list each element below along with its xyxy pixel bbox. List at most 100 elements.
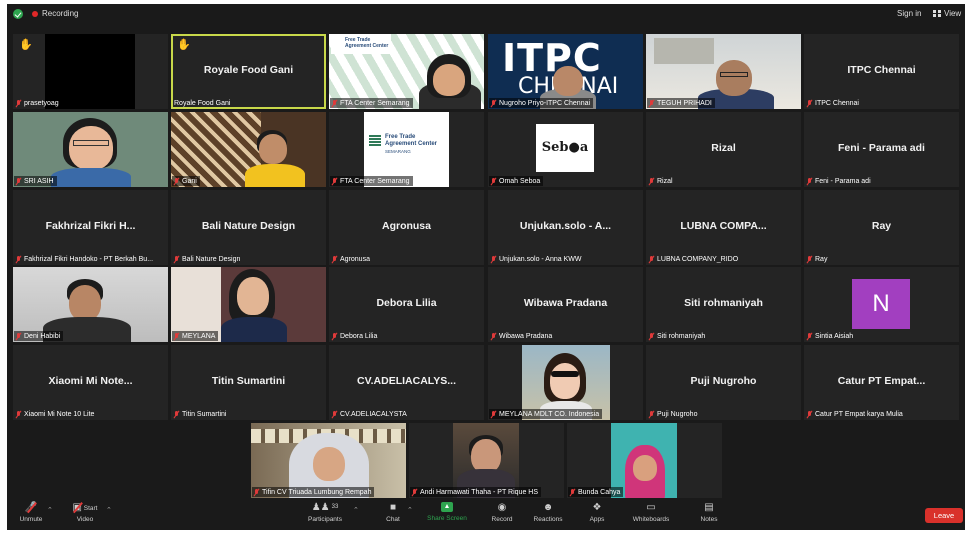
participant-tile[interactable]: Puji Nugroho Puji Nugroho xyxy=(646,345,801,420)
participant-tile[interactable]: N Sintia Aisiah xyxy=(804,267,959,342)
participant-tile[interactable]: ITPC Chennai ITPC Chennai xyxy=(804,34,959,109)
participant-tile[interactable]: ITPCCHENNAINugroho Priyo-ITPC Chennai xyxy=(488,34,643,109)
apps-icon: ❖ xyxy=(592,502,602,513)
participant-tile[interactable]: Andi Harmawati Thaha - PT Rique HS xyxy=(409,423,564,498)
record-button[interactable]: ◉ Record xyxy=(487,502,517,523)
share-screen-label: Share Screen xyxy=(427,515,467,522)
view-button[interactable]: View xyxy=(933,9,961,18)
participant-tile[interactable]: LUBNA COMPA... LUBNA COMPANY_RIDO xyxy=(646,190,801,265)
participant-tile[interactable]: Bali Nature Design Bali Nature Design xyxy=(171,190,326,265)
participant-tile[interactable]: Titin Sumartini Titin Sumartini xyxy=(171,345,326,420)
zoom-meeting-window: Recording Sign in View ✋ prasetyoag ✋ Royal… xyxy=(7,4,965,530)
apps-button[interactable]: ❖ Apps xyxy=(585,502,609,523)
participant-name: FTA Center Semarang xyxy=(340,99,410,107)
participant-display-name: Agronusa xyxy=(381,220,431,232)
participant-name-label: Rizal xyxy=(647,176,676,186)
start-video-button[interactable]: ▣ Start Video xyxy=(67,502,103,523)
participant-display-name: Fakhrizal Fikri H... xyxy=(45,220,136,232)
participant-name: Tifin CV Triuada Lumbung Rempah xyxy=(262,488,372,496)
participant-tile[interactable]: Unjukan.solo - A... Unjukan.solo - Anna K… xyxy=(488,190,643,265)
microphone-muted-icon xyxy=(174,332,179,340)
participant-tile[interactable]: TEGUH PRIHADI xyxy=(646,34,801,109)
participant-name-label: MEYLANA xyxy=(172,331,219,341)
participant-tile[interactable]: Fakhrizal Fikri H... Fakhrizal Fikri Hand… xyxy=(13,190,168,265)
participant-tile[interactable]: Deni Habibi xyxy=(13,267,168,342)
grid-view-icon xyxy=(933,10,941,17)
microphone-muted-icon xyxy=(807,99,812,107)
participant-tile[interactable]: Wibawa Pradana Wibawa Pradana xyxy=(488,267,643,342)
unmute-button[interactable]: 🎤 Unmute xyxy=(17,502,45,523)
participant-tile[interactable]: Free Trade Agreement Center FTA Center Sem… xyxy=(329,34,484,109)
participant-tile[interactable]: Feni - Parama adi Feni - Parama adi xyxy=(804,112,959,187)
participant-tile[interactable]: Xiaomi Mi Note... Xiaomi Mi Note 10 Lite xyxy=(13,345,168,420)
participant-name-label: Siti rohmaniyah xyxy=(647,331,708,341)
leave-button[interactable]: Leave xyxy=(925,508,963,523)
participant-display-name: Unjukan.solo - A... xyxy=(519,220,612,232)
participant-tile[interactable]: MEYLANA xyxy=(171,267,326,342)
participant-tile[interactable]: ✋ Royale Food Gani Royale Food Gani xyxy=(171,34,326,109)
whiteboards-button[interactable]: ▭ Whiteboards xyxy=(629,502,673,523)
participant-tile[interactable]: Bunda Cahya xyxy=(567,423,722,498)
reactions-button[interactable]: ☻ Reactions xyxy=(531,502,565,523)
participant-name: Andi Harmawati Thaha - PT Rique HS xyxy=(420,488,539,496)
participants-button[interactable]: ♟♟ 33 Participants xyxy=(305,502,345,523)
participant-tile[interactable]: Free Trade Agreement Center SEMARANG FTA Ce… xyxy=(329,112,484,187)
participant-tile[interactable]: MEYLANA MDLT CO. Indonesia xyxy=(488,345,643,420)
whiteboard-icon: ▭ xyxy=(646,502,656,513)
participant-name-label: Debora Lilia xyxy=(330,331,380,341)
view-label: View xyxy=(944,9,962,18)
avatar-initial: N xyxy=(852,279,910,329)
participant-tile[interactable]: Siti rohmaniyah Siti rohmaniyah xyxy=(646,267,801,342)
share-screen-button[interactable]: Share Screen xyxy=(425,502,469,522)
participant-name: Bunda Cahya xyxy=(578,488,621,496)
participant-tile[interactable]: Gani xyxy=(171,112,326,187)
participant-tile[interactable]: Tifin CV Triuada Lumbung Rempah xyxy=(251,423,406,498)
participant-display-name: Bali Nature Design xyxy=(201,220,296,232)
raised-hand-icon: ✋ xyxy=(19,39,33,51)
record-icon: ◉ xyxy=(497,502,507,513)
microphone-muted-icon xyxy=(16,177,21,185)
chat-button[interactable]: ■ Chat xyxy=(381,502,405,523)
participant-tile[interactable]: ✋ prasetyoag xyxy=(13,34,168,109)
participant-tile[interactable]: SRI ASIH xyxy=(13,112,168,187)
microphone-muted-icon xyxy=(332,255,337,263)
participants-options-chevron-icon[interactable]: ⌃ xyxy=(353,506,359,514)
chat-options-chevron-icon[interactable]: ⌃ xyxy=(407,506,413,514)
notes-button[interactable]: ▤ Notes xyxy=(697,502,721,523)
recording-dot-icon xyxy=(32,11,38,17)
security-shield-icon[interactable] xyxy=(13,9,23,19)
participant-name-label: SRI ASIH xyxy=(14,176,57,186)
participant-tile[interactable]: CV.ADELIACALYS... CV.ADELIACALYSTA xyxy=(329,345,484,420)
participant-name-label: TEGUH PRIHADI xyxy=(647,98,715,108)
participant-tile[interactable]: Catur PT Empat... Catur PT Empat karya Mu… xyxy=(804,345,959,420)
participant-display-name: Feni - Parama adi xyxy=(838,142,925,154)
participant-name: Bali Nature Design xyxy=(182,255,241,263)
microphone-muted-icon xyxy=(807,177,812,185)
raised-hand-icon: ✋ xyxy=(177,39,191,51)
notes-label: Notes xyxy=(700,516,718,523)
participant-tile[interactable]: Debora Lilia Debora Lilia xyxy=(329,267,484,342)
audio-options-chevron-icon[interactable]: ⌃ xyxy=(47,506,53,514)
participant-tile[interactable]: Seb●a Omah Seboa xyxy=(488,112,643,187)
microphone-muted-icon xyxy=(570,488,575,496)
microphone-muted-icon xyxy=(332,410,337,418)
sign-in-link[interactable]: Sign in xyxy=(897,9,921,18)
participant-display-name: Debora Lilia xyxy=(376,297,437,309)
participant-tile[interactable]: Rizal Rizal xyxy=(646,112,801,187)
participant-tile[interactable]: Agronusa Agronusa xyxy=(329,190,484,265)
participant-name-label: LUBNA COMPANY_RIDO xyxy=(647,254,741,264)
participant-display-name: CV.ADELIACALYS... xyxy=(357,375,456,387)
participant-tile[interactable]: Ray Ray xyxy=(804,190,959,265)
microphone-muted-icon xyxy=(491,99,496,107)
participant-name: Omah Seboa xyxy=(499,177,541,185)
participant-name-label: Puji Nugroho xyxy=(647,409,700,419)
participants-label: Participants xyxy=(308,516,342,523)
participant-name-label: Fakhrizal Fikri Handoko - PT Berkah Bu..… xyxy=(14,254,156,264)
participant-name: Ray xyxy=(815,255,828,263)
participant-name-label: Omah Seboa xyxy=(489,176,544,186)
participant-name: CV.ADELIACALYSTA xyxy=(340,410,407,418)
participant-name-label: Gani xyxy=(172,176,200,186)
participant-name-label: Unjukan.solo - Anna KWW xyxy=(489,254,584,264)
video-options-chevron-icon[interactable]: ⌃ xyxy=(106,506,112,514)
participant-display-name: Titin Sumartini xyxy=(211,375,286,387)
